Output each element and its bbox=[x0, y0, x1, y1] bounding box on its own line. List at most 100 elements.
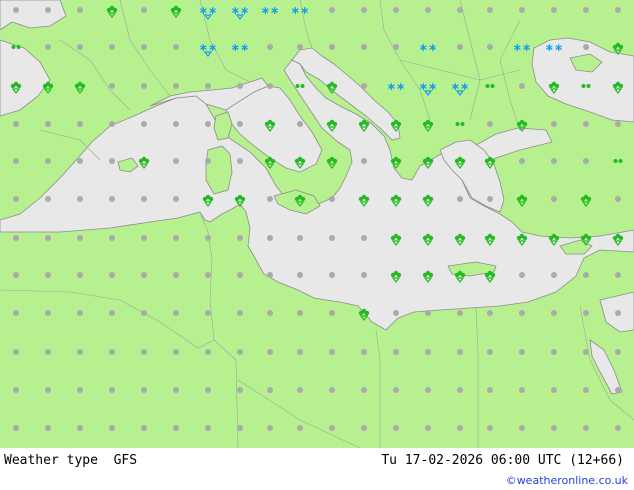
cloud-dot-icon bbox=[393, 310, 399, 316]
cloud-dot-icon bbox=[393, 387, 399, 393]
cloud-dot-icon bbox=[237, 83, 243, 89]
cloud-dot-icon bbox=[615, 7, 621, 13]
cloud-dot-icon bbox=[173, 121, 179, 127]
cloud-dot-icon bbox=[361, 235, 367, 241]
cloud-dot-icon bbox=[551, 158, 557, 164]
cloud-dot-icon bbox=[519, 158, 525, 164]
cloud-dot-icon bbox=[297, 272, 303, 278]
snow-icon: ∗∗ bbox=[291, 4, 309, 17]
cloud-dot-icon bbox=[173, 425, 179, 431]
cloud-dot-icon bbox=[361, 349, 367, 355]
snow-showers-icon: ∗∗ bbox=[231, 4, 249, 20]
cloud-dot-icon bbox=[237, 310, 243, 316]
cloud-dot-icon bbox=[13, 387, 19, 393]
cloud-dot-icon bbox=[45, 44, 51, 50]
cloud-dot-icon bbox=[329, 44, 335, 50]
cloud-dot-icon bbox=[13, 425, 19, 431]
cloud-dot-icon bbox=[141, 349, 147, 355]
cloud-dot-icon bbox=[519, 387, 525, 393]
cloud-dot-icon bbox=[45, 425, 51, 431]
cloud-dot-icon bbox=[237, 158, 243, 164]
cloud-dot-icon bbox=[519, 7, 525, 13]
cloud-dot-icon bbox=[615, 121, 621, 127]
cloud-dot-icon bbox=[77, 235, 83, 241]
cloud-dot-icon bbox=[205, 158, 211, 164]
cloud-dot-icon bbox=[45, 196, 51, 202]
map-canvas: ∗∗ ∗∗ ∗∗ ∗∗ ∗∗ ∗∗ ∗∗ ∗∗ ∗∗ ∗∗ ∗∗ ∗∗ bbox=[0, 0, 634, 448]
snow-showers-icon: ∗∗ bbox=[199, 4, 217, 20]
weather-map: ∗∗ ∗∗ ∗∗ ∗∗ ∗∗ ∗∗ ∗∗ ∗∗ ∗∗ ∗∗ ∗∗ ∗∗ bbox=[0, 0, 634, 448]
cloud-dot-icon bbox=[141, 272, 147, 278]
cloud-dot-icon bbox=[141, 235, 147, 241]
cloud-dot-icon bbox=[393, 7, 399, 13]
forecast-datetime: Tu 17-02-2026 06:00 UTC (12+66) bbox=[381, 453, 624, 468]
cloud-dot-icon bbox=[141, 310, 147, 316]
cloud-dot-icon bbox=[615, 425, 621, 431]
cloud-dot-icon bbox=[45, 235, 51, 241]
cloud-dot-icon bbox=[77, 349, 83, 355]
cloud-dot-icon bbox=[361, 44, 367, 50]
cloud-dot-icon bbox=[361, 83, 367, 89]
cloud-dot-icon bbox=[297, 387, 303, 393]
cloud-dot-icon bbox=[361, 425, 367, 431]
cloud-dot-icon bbox=[173, 349, 179, 355]
cloud-dot-icon bbox=[141, 83, 147, 89]
cloud-dot-icon bbox=[77, 425, 83, 431]
cloud-dot-icon bbox=[237, 387, 243, 393]
cloud-dot-icon bbox=[329, 425, 335, 431]
cloud-dot-icon bbox=[205, 387, 211, 393]
cloud-dot-icon bbox=[297, 235, 303, 241]
cloud-dot-icon bbox=[425, 310, 431, 316]
cloud-dot-icon bbox=[583, 349, 589, 355]
cloud-dot-icon bbox=[457, 196, 463, 202]
snow-showers-icon: ∗∗ bbox=[451, 80, 469, 96]
cloud-dot-icon bbox=[329, 272, 335, 278]
svg-text:∗∗: ∗∗ bbox=[419, 41, 437, 54]
cloud-dot-icon bbox=[457, 425, 463, 431]
cloud-dot-icon bbox=[361, 7, 367, 13]
cloud-dot-icon bbox=[329, 196, 335, 202]
cloud-dot-icon bbox=[109, 272, 115, 278]
cloud-dot-icon bbox=[487, 425, 493, 431]
cloud-dot-icon bbox=[615, 272, 621, 278]
cloud-dot-icon bbox=[45, 158, 51, 164]
sardinia-island bbox=[205, 145, 233, 195]
copyright-link[interactable]: ©weatheronline.co.uk bbox=[506, 474, 628, 487]
cloud-dot-icon bbox=[109, 44, 115, 50]
cloud-dot-icon bbox=[205, 83, 211, 89]
cloud-dot-icon bbox=[13, 196, 19, 202]
cloud-dot-icon bbox=[487, 121, 493, 127]
cloud-dot-icon bbox=[425, 349, 431, 355]
cloud-dot-icon bbox=[297, 310, 303, 316]
cloud-dot-icon bbox=[267, 196, 273, 202]
svg-text:∗∗: ∗∗ bbox=[261, 4, 279, 17]
cloud-dot-icon bbox=[583, 272, 589, 278]
cloud-dot-icon bbox=[205, 425, 211, 431]
cloud-dot-icon bbox=[13, 158, 19, 164]
cloud-dot-icon bbox=[141, 425, 147, 431]
cloud-dot-icon bbox=[267, 425, 273, 431]
cloud-dot-icon bbox=[141, 196, 147, 202]
cloud-dot-icon bbox=[487, 196, 493, 202]
map-footer: Weather type GFS Tu 17-02-2026 06:00 UTC… bbox=[0, 448, 634, 490]
cloud-dot-icon bbox=[237, 235, 243, 241]
snow-icon: ∗∗ bbox=[231, 41, 249, 54]
map-title: Weather type GFS bbox=[4, 453, 138, 468]
cloud-dot-icon bbox=[267, 83, 273, 89]
cloud-dot-icon bbox=[487, 310, 493, 316]
cloud-dot-icon bbox=[13, 121, 19, 127]
cloud-dot-icon bbox=[141, 44, 147, 50]
cloud-dot-icon bbox=[45, 272, 51, 278]
cloud-dot-icon bbox=[297, 349, 303, 355]
cloud-dot-icon bbox=[237, 349, 243, 355]
cloud-dot-icon bbox=[267, 44, 273, 50]
cloud-dot-icon bbox=[267, 272, 273, 278]
cloud-dot-icon bbox=[173, 272, 179, 278]
cloud-dot-icon bbox=[45, 7, 51, 13]
cloud-dot-icon bbox=[267, 349, 273, 355]
cloud-dot-icon bbox=[77, 7, 83, 13]
cloud-dot-icon bbox=[13, 310, 19, 316]
cloud-dot-icon bbox=[425, 387, 431, 393]
cloud-dot-icon bbox=[77, 196, 83, 202]
cloud-dot-icon bbox=[361, 158, 367, 164]
